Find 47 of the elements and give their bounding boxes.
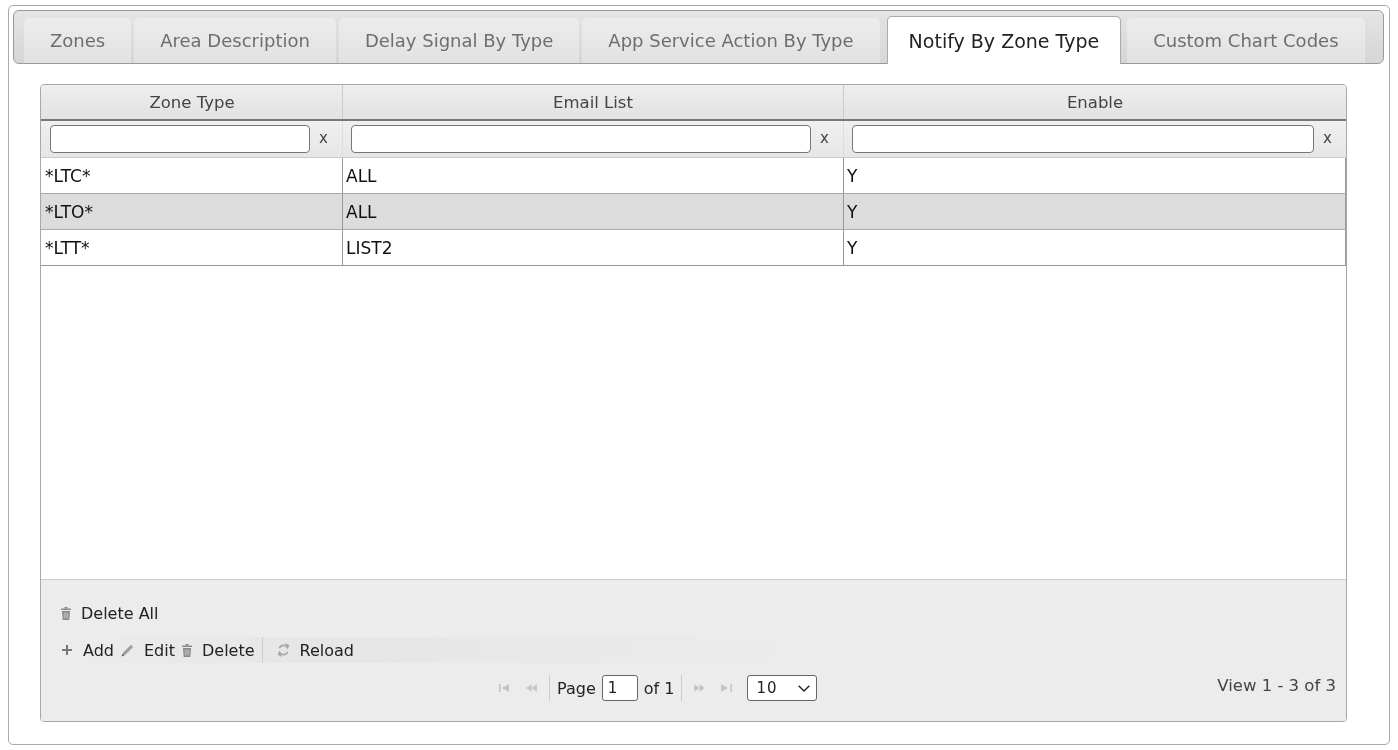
skip-to-start-icon [499,684,510,692]
chevron-down-icon [798,684,811,692]
page-size-select[interactable]: 10 [747,675,818,701]
table-cell: ALL [346,201,377,222]
table-cell: *LTT* [45,237,90,258]
toolbar-button[interactable]: Delete [179,637,260,663]
table-cell: Y [847,165,858,186]
reload-icon [276,643,290,657]
page-label: Page [557,678,596,698]
skip-to-end-icon [721,684,733,692]
tab[interactable]: Custom Chart Codes [1127,18,1365,63]
tab[interactable]: Delay Signal By Type [338,18,580,63]
double-left-arrow-icon [526,684,537,692]
clear-filter-button[interactable]: x [319,129,328,149]
table-cell: ALL [346,165,377,186]
pencil-icon [121,643,134,657]
toolbar-button[interactable]: Reload [274,637,359,663]
column-header[interactable]: Zone Type [42,85,343,119]
filter-field[interactable] [852,125,1315,153]
table-cell: LIST2 [346,237,393,258]
tab[interactable]: App Service Action By Type [582,18,880,63]
table-row[interactable]: *LTC* ALL Y [41,158,1346,194]
table-row[interactable]: *LTO* ALL Y [41,194,1346,230]
table-cell: Y [847,237,858,258]
table-cell: Y [847,201,858,222]
plus-icon [61,644,73,656]
clear-filter-button[interactable]: x [1323,129,1332,149]
tab[interactable]: Notify By Zone Type [886,16,1122,64]
page-number-field[interactable]: 1 [601,675,638,701]
clear-filter-button[interactable]: x [820,129,829,149]
toolbar-button[interactable]: Delete All [59,600,164,626]
table-cell: *LTO* [45,201,93,222]
column-header[interactable]: Enable [844,85,1346,119]
double-right-arrow-icon [694,684,706,692]
toolbar-button[interactable]: Edit [119,637,180,663]
table-row[interactable]: *LTT* LIST2 Y [41,230,1346,266]
trash-icon [61,606,71,620]
tab[interactable]: Area Description [134,18,336,63]
filter-field[interactable] [50,125,311,153]
filter-field[interactable] [351,125,812,153]
tab[interactable]: Zones [24,18,132,63]
column-header[interactable]: Email List [343,85,844,119]
trash-icon [181,643,192,657]
page-count-label: of 1 [643,678,675,698]
record-count-label: View 1 - 3 of 3 [1217,675,1336,695]
toolbar-button[interactable]: Add [59,637,119,663]
table-cell: *LTC* [45,165,91,186]
